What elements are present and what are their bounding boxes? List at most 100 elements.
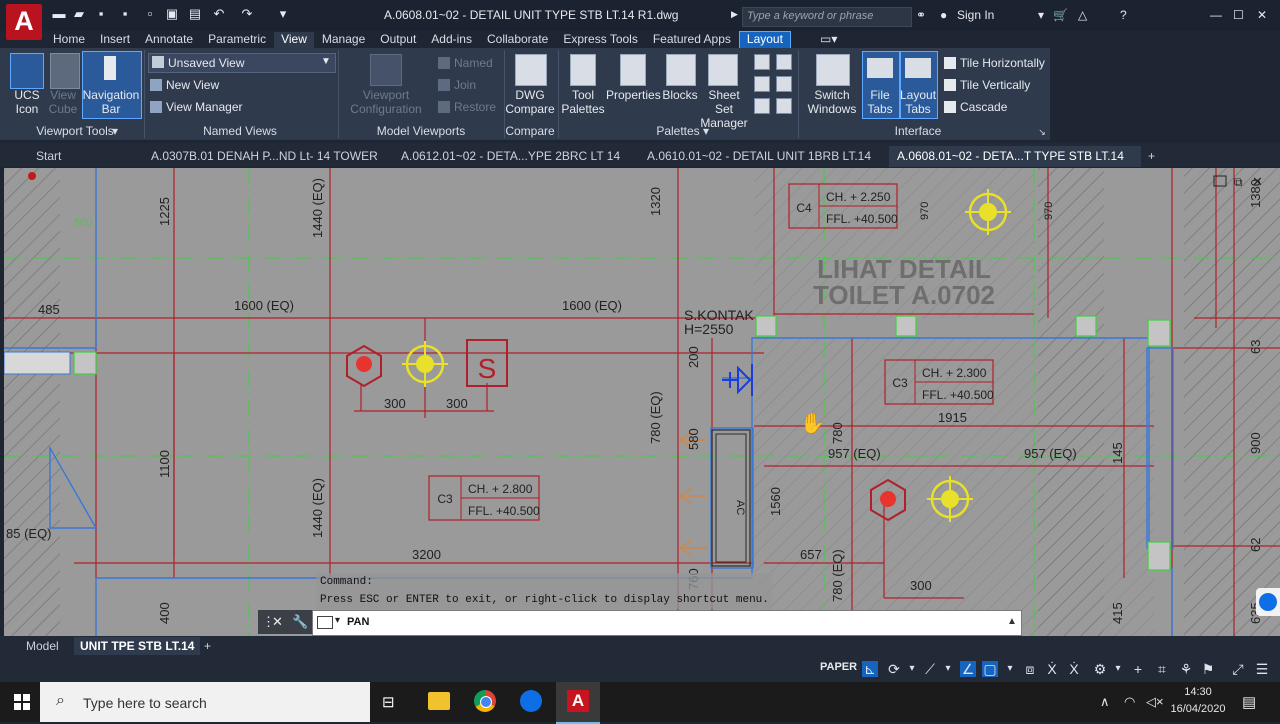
new-view-button[interactable]: New View [150,78,219,92]
dwg-compare-button[interactable]: DWG Compare [504,88,556,116]
application-menu-button[interactable]: A [6,4,42,40]
new-tab-button[interactable]: + [1140,146,1168,167]
chevron-down-icon[interactable]: ▾ [904,661,920,677]
layout-tab-active[interactable]: UNIT TPE STB LT.14 [74,637,201,655]
tab-parametric[interactable]: Parametric [201,32,273,48]
isodraft-icon[interactable]: ⟋ [922,661,938,677]
tab-collaborate[interactable]: Collaborate [480,32,555,48]
model-space-icon[interactable]: ⊾ [862,661,878,677]
blocks-icon[interactable] [666,54,696,86]
task-view-icon[interactable]: ⊟ [382,693,400,711]
tile-vertically-button[interactable]: Tile Vertically [944,78,1030,92]
wifi-icon[interactable]: ◠ [1124,694,1135,710]
switch-windows-icon[interactable] [816,54,850,86]
sign-in-link[interactable]: Sign In [957,8,994,22]
hardware-acceleration-icon[interactable]: ⚑ [1200,661,1216,677]
clock-time[interactable]: 14:30 [1170,686,1226,698]
maximize-button[interactable]: ☐ [1233,8,1244,22]
tab-layout[interactable]: Layout [738,31,791,49]
new-file-icon[interactable]: ▬ [52,7,66,21]
auto-scale-icon[interactable]: Ẋ [1066,661,1082,677]
tab-output[interactable]: Output [373,32,423,48]
user-icon[interactable]: ● [940,8,947,22]
help-search-input[interactable]: Type a keyword or phrase [742,7,912,27]
binoculars-icon[interactable]: ⚭ [916,8,926,22]
annotation-monitor-icon[interactable]: + [1130,661,1146,677]
chevron-down-icon[interactable]: ▾ [1002,661,1018,677]
chevron-down-icon[interactable]: ▾ [940,661,956,677]
tile-horizontally-button[interactable]: Tile Horizontally [944,56,1045,70]
tab-featured-apps[interactable]: Featured Apps [646,32,738,48]
autodesk-store-icon[interactable]: 🛒 [1053,8,1068,22]
tool-palettes-button[interactable]: Tool Palettes [560,88,606,116]
tab-add-ins[interactable]: Add-ins [424,32,479,48]
file-tab-start[interactable]: Start [28,146,144,167]
clock-date[interactable]: 16/04/2020 [1166,703,1230,715]
view-manager-button[interactable]: View Manager [150,100,243,114]
file-tab[interactable]: A.0612.01~02 - DETA...YPE 2BRC LT 14 R1*… [393,146,637,184]
autocad-taskbar-button[interactable]: A [556,682,600,724]
quickcalc-icon[interactable] [776,76,792,92]
paper-space-toggle[interactable]: PAPER [820,661,857,673]
tab-manage[interactable]: Manage [315,32,372,48]
ucs-icon-button[interactable]: UCS Icon [8,88,46,116]
named-viewports-button[interactable]: Named [438,56,493,70]
blocks-button[interactable]: Blocks [660,88,700,102]
chevron-down-icon[interactable]: ▾ [335,615,340,626]
tab-insert[interactable]: Insert [93,32,137,48]
view-cube-icon[interactable] [50,53,80,89]
layout-tab-model[interactable]: Model [20,637,65,655]
annotation-scale-icon[interactable]: ⧈ [1022,661,1038,677]
isolate-objects-icon[interactable]: ⚘ [1178,661,1194,677]
sheet-set-manager-icon[interactable] [708,54,738,86]
workspace-gear-icon[interactable]: ⚙ [1092,661,1108,677]
named-view-dropdown[interactable]: Unsaved View ▼ [148,53,336,73]
navigation-bar-button[interactable]: Navigation Bar [80,88,142,116]
annotation-visibility-icon[interactable]: Ẋ [1044,661,1060,677]
file-tab[interactable]: A.0307B.01 DENAH P...ND Lt- 14 TOWER B*✕ [143,146,391,184]
chevron-down-icon[interactable]: ▾ [1110,661,1126,677]
teamviewer-panel-icon[interactable] [1256,588,1280,616]
polar-icon[interactable]: ⟳ [886,661,902,677]
save-as-icon[interactable]: ▪ [118,7,132,21]
file-tabs-button[interactable]: File Tabs [862,88,898,116]
chevron-up-icon[interactable]: ∧ [1100,694,1110,710]
file-tab-active[interactable]: A.0608.01~02 - DETA...T TYPE STB LT.14 R… [889,146,1141,184]
cascade-button[interactable]: Cascade [944,100,1007,114]
viewport-restore-icon[interactable]: ⧉ [1234,175,1243,189]
command-prompt-icon[interactable] [317,616,333,629]
tab-express-tools[interactable]: Express Tools [556,32,644,48]
design-center-icon[interactable] [776,54,792,70]
clean-screen-icon[interactable]: ⤢ [1230,661,1246,677]
properties-button[interactable]: Properties [606,88,661,102]
tab-view[interactable]: View [274,32,314,48]
close-button[interactable]: ✕ [1257,8,1267,22]
drawing-area[interactable]: S AC C4 CH. + 2.250 FFL. +40.500 C3 CH. … [4,168,1280,636]
autodesk-app-icon[interactable]: △ [1078,8,1087,22]
view-cube-button[interactable]: View Cube [44,88,82,116]
restore-viewports-button[interactable]: Restore [438,100,496,114]
tool-palettes-icon[interactable] [570,54,596,86]
dwg-compare-icon[interactable] [515,54,547,86]
undo-icon[interactable]: ↶ [212,7,226,21]
search-expand-icon[interactable]: ▶ [731,9,738,20]
object-snap-icon[interactable]: ▢ [982,661,998,677]
teamviewer-icon[interactable] [520,690,542,712]
file-tab[interactable]: A.0610.01~02 - DETAIL UNIT 1BRB LT.14 R1… [639,146,887,184]
add-layout-button[interactable]: + [198,637,217,655]
plot-icon[interactable]: ▫ [143,7,157,21]
customization-menu-icon[interactable]: ☰ [1254,661,1270,677]
markup-set-icon[interactable] [754,76,770,92]
external-references-icon[interactable] [754,98,770,114]
customize-qat-icon[interactable]: ▾ [276,7,290,21]
redo-icon[interactable]: ↷ [240,7,254,21]
command-input[interactable]: ▾ PAN ▲ [312,610,1022,636]
ucs-icon-icon[interactable] [10,53,44,89]
layout-tabs-button[interactable]: Layout Tabs [900,88,936,116]
palettes-title[interactable]: Palettes [560,124,796,138]
properties-icon[interactable] [620,54,646,86]
command-line-icon[interactable] [754,54,770,70]
help-icon[interactable]: ? [1120,8,1127,22]
object-snap-tracking-icon[interactable]: ∠ [960,661,976,677]
taskbar-search-box[interactable]: ⌕ Type here to search [40,682,370,722]
